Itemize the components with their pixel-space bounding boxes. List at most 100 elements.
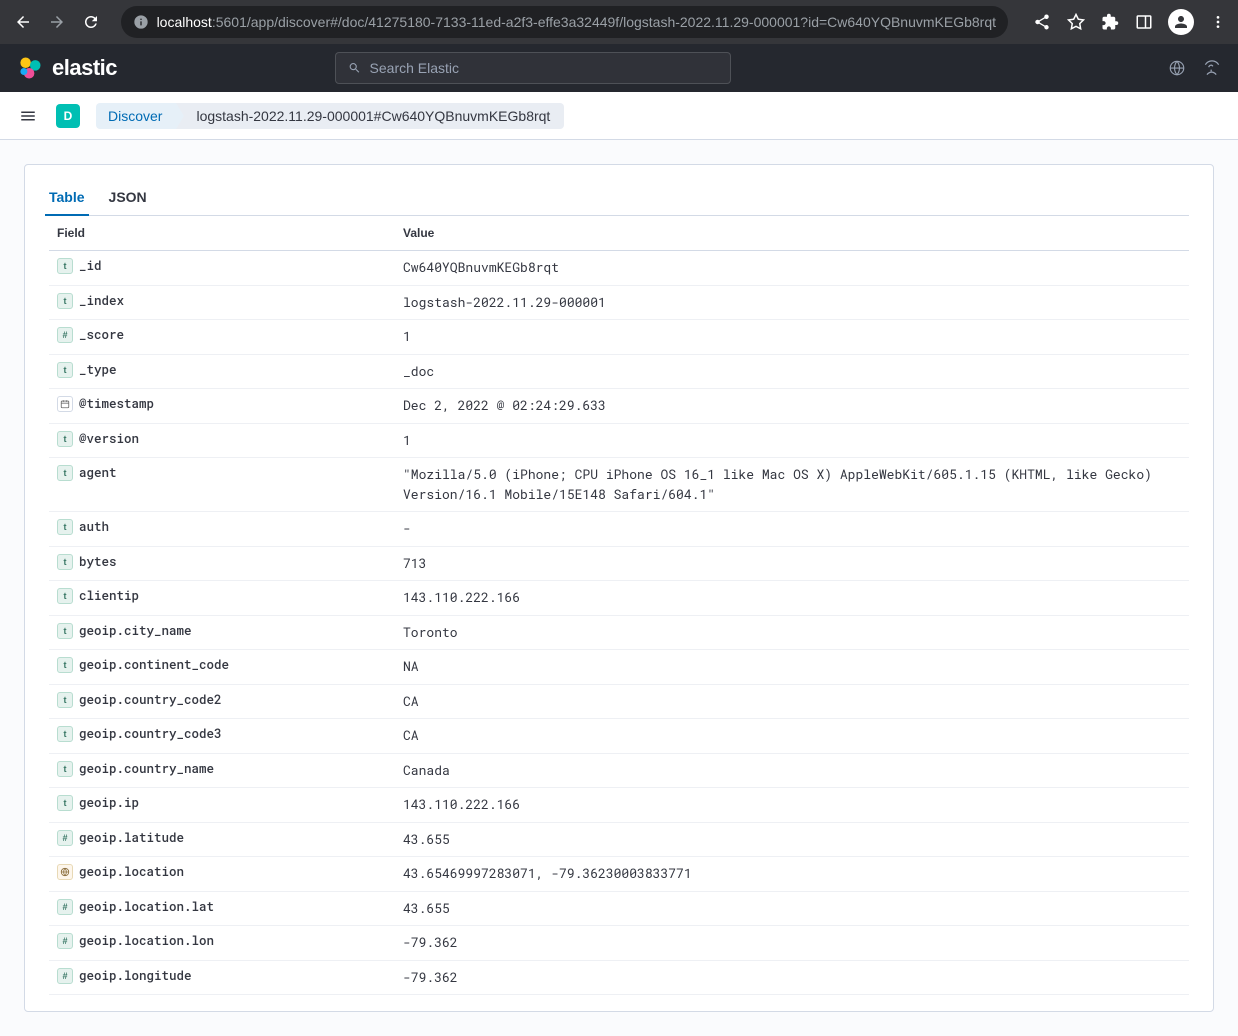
back-button[interactable]: [10, 8, 36, 36]
panel-icon[interactable]: [1134, 12, 1154, 32]
table-row[interactable]: # geoip.latitude 43.655: [49, 822, 1189, 857]
url-bar[interactable]: localhost:5601/app/discover#/doc/4127518…: [121, 6, 1008, 38]
field-value: Cw640YQBnuvmKEGb8rqt: [395, 251, 1189, 286]
table-row[interactable]: @timestamp Dec 2, 2022 @ 02:24:29.633: [49, 389, 1189, 424]
table-row[interactable]: tagent"Mozilla/5.0 (iPhone; CPU iPhone O…: [49, 458, 1189, 512]
field-value: 1: [395, 320, 1189, 355]
field-header: Field: [49, 216, 395, 251]
table-row[interactable]: #geoip.longitude-79.362: [49, 960, 1189, 995]
table-row[interactable]: t geoip.country_name Canada: [49, 753, 1189, 788]
bookmark-icon[interactable]: [1066, 12, 1086, 32]
field-name-text: _type: [79, 362, 117, 378]
table-row[interactable]: t _id Cw640YQBnuvmKEGb8rqt: [49, 251, 1189, 286]
field-value: Dec 2, 2022 @ 02:24:29.633: [395, 389, 1189, 424]
newsfeed-icon[interactable]: [1168, 59, 1186, 77]
field-value: -79.362: [395, 926, 1189, 961]
field-name-text: geoip.country_code2: [79, 692, 222, 708]
field-value: CA: [395, 719, 1189, 754]
kebab-menu-icon[interactable]: [1208, 12, 1228, 32]
field-value: 43.655: [395, 891, 1189, 926]
tab-table[interactable]: Table: [49, 181, 85, 215]
field-value: 43.65469997283071, -79.36230003833771: [395, 857, 1189, 892]
table-row[interactable]: tbytes713: [49, 546, 1189, 581]
app-header: elastic: [0, 44, 1238, 92]
field-type-icon: t: [57, 692, 73, 708]
field-name-text: _index: [79, 293, 124, 309]
breadcrumb-document: logstash-2022.11.29-000001#Cw640YQBnuvmK…: [176, 103, 564, 129]
table-row[interactable]: t @version 1: [49, 423, 1189, 458]
nav-toggle-button[interactable]: [16, 104, 40, 128]
field-type-icon: [57, 864, 73, 880]
field-name-text: geoip.ip: [79, 795, 139, 811]
field-type-icon: t: [57, 795, 73, 811]
browser-chrome-bar: localhost:5601/app/discover#/doc/4127518…: [0, 0, 1238, 44]
field-value: 43.655: [395, 822, 1189, 857]
field-name-text: @timestamp: [79, 396, 154, 412]
field-type-icon: #: [57, 933, 73, 949]
search-icon: [348, 61, 361, 75]
table-row[interactable]: t _type _doc: [49, 354, 1189, 389]
elastic-logo[interactable]: elastic: [16, 54, 117, 82]
field-value: "Mozilla/5.0 (iPhone; CPU iPhone OS 16_1…: [395, 458, 1189, 512]
field-name-text: geoip.continent_code: [79, 657, 229, 673]
field-value: -79.362: [395, 960, 1189, 995]
share-icon[interactable]: [1032, 12, 1052, 32]
field-name-text: agent: [79, 465, 117, 481]
field-value: 713: [395, 546, 1189, 581]
field-type-icon: t: [57, 761, 73, 777]
profile-avatar[interactable]: [1168, 9, 1194, 35]
field-type-icon: t: [57, 431, 73, 447]
forward-button[interactable]: [44, 8, 70, 36]
field-type-icon: #: [57, 899, 73, 915]
field-type-icon: t: [57, 726, 73, 742]
field-value: Canada: [395, 753, 1189, 788]
fields-table: Field Value t_idCw640YQBnuvmKEGb8rqtt_in…: [49, 216, 1189, 995]
elastic-logo-mark: [16, 54, 44, 82]
table-row[interactable]: tgeoip.city_nameToronto: [49, 615, 1189, 650]
global-search[interactable]: [335, 52, 731, 84]
field-name-text: geoip.location: [79, 864, 184, 880]
field-value: 1: [395, 423, 1189, 458]
reload-button[interactable]: [78, 8, 104, 36]
field-value: logstash-2022.11.29-000001: [395, 285, 1189, 320]
table-row[interactable]: t_indexlogstash-2022.11.29-000001: [49, 285, 1189, 320]
table-row[interactable]: tclientip143.110.222.166: [49, 581, 1189, 616]
field-type-icon: #: [57, 830, 73, 846]
table-row[interactable]: t geoip.continent_code NA: [49, 650, 1189, 685]
table-row[interactable]: #geoip.location.lon-79.362: [49, 926, 1189, 961]
field-name-text: geoip.city_name: [79, 623, 192, 639]
field-name-text: bytes: [79, 554, 117, 570]
space-badge[interactable]: D: [56, 104, 80, 128]
table-row[interactable]: tauth-: [49, 512, 1189, 547]
site-info-icon[interactable]: [133, 14, 149, 30]
field-name-text: geoip.latitude: [79, 830, 184, 846]
field-type-icon: #: [57, 327, 73, 343]
field-type-icon: t: [57, 588, 73, 604]
field-name-text: geoip.country_code3: [79, 726, 222, 742]
page-content: Table JSON Field Value t_idCw640YQBnuvmK…: [0, 140, 1238, 1036]
field-name-text: geoip.longitude: [79, 968, 192, 984]
field-type-icon: t: [57, 623, 73, 639]
table-row[interactable]: #_score1: [49, 320, 1189, 355]
document-panel: Table JSON Field Value t_idCw640YQBnuvmK…: [24, 164, 1214, 1012]
global-search-input[interactable]: [370, 60, 719, 76]
field-value: _doc: [395, 354, 1189, 389]
table-row[interactable]: t geoip.country_code3 CA: [49, 719, 1189, 754]
field-value: NA: [395, 650, 1189, 685]
field-value: CA: [395, 684, 1189, 719]
breadcrumb-discover[interactable]: Discover: [96, 103, 176, 129]
field-name-text: geoip.country_name: [79, 761, 214, 777]
field-type-icon: t: [57, 258, 73, 274]
field-type-icon: t: [57, 657, 73, 673]
table-row[interactable]: #geoip.location.lat43.655: [49, 891, 1189, 926]
field-type-icon: t: [57, 362, 73, 378]
field-name-text: _id: [79, 258, 102, 274]
table-row[interactable]: tgeoip.ip143.110.222.166: [49, 788, 1189, 823]
table-row[interactable]: t geoip.country_code2 CA: [49, 684, 1189, 719]
table-row[interactable]: geoip.location 43.65469997283071, -79.362…: [49, 857, 1189, 892]
field-name-text: auth: [79, 519, 109, 535]
tab-json[interactable]: JSON: [109, 181, 147, 215]
help-icon[interactable]: [1202, 58, 1222, 78]
field-name-text: @version: [79, 431, 139, 447]
extensions-icon[interactable]: [1100, 12, 1120, 32]
